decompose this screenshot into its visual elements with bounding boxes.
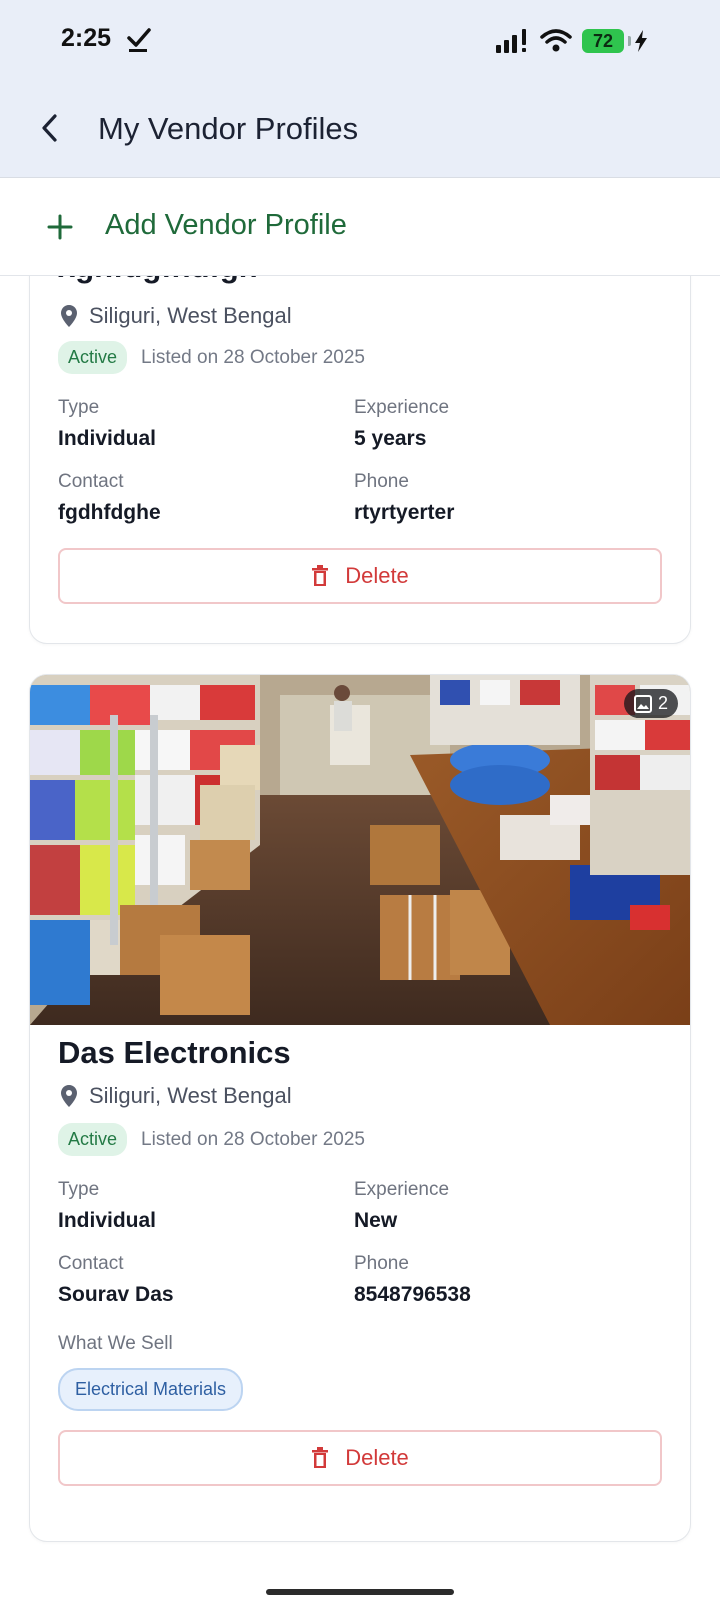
listed-date: Listed on 28 October 2025 bbox=[141, 346, 365, 368]
phone-label: Phone bbox=[354, 1253, 409, 1274]
trash-icon bbox=[312, 565, 329, 586]
vendor-location: Siliguri, West Bengal bbox=[59, 303, 292, 329]
contact-label: Contact bbox=[58, 1253, 124, 1274]
delete-label: Delete bbox=[345, 1445, 409, 1470]
wifi-icon bbox=[540, 29, 572, 52]
status-time: 2:25 bbox=[61, 24, 112, 52]
trash-icon bbox=[312, 1447, 329, 1468]
location-pin-icon bbox=[61, 305, 77, 327]
battery-level: 72 bbox=[592, 30, 614, 51]
signal-icon bbox=[496, 29, 526, 53]
status-badge: Active bbox=[58, 341, 128, 374]
vendor-location-text: Siliguri, West Bengal bbox=[89, 303, 292, 328]
experience-label: Experience bbox=[354, 397, 450, 418]
location-pin-icon bbox=[61, 1085, 77, 1107]
vendor-location: Siliguri, West Bengal bbox=[59, 1083, 292, 1109]
category-chip: Electrical Materials bbox=[58, 1368, 244, 1411]
top-bar: 2:25 72 My Vendor Profiles bbox=[0, 0, 720, 178]
battery-indicator: 72 bbox=[582, 29, 631, 53]
type-value: Individual bbox=[58, 427, 157, 450]
shop-interior-image bbox=[30, 675, 690, 1025]
back-button[interactable] bbox=[28, 106, 72, 150]
vendor-location-text: Siliguri, West Bengal bbox=[89, 1083, 292, 1108]
plus-icon bbox=[47, 214, 73, 240]
contact-value: Sourav Das bbox=[58, 1283, 174, 1306]
type-value: Individual bbox=[58, 1209, 157, 1232]
add-vendor-profile-button[interactable]: Add Vendor Profile bbox=[0, 179, 720, 276]
listed-date: Listed on 28 October 2025 bbox=[141, 1128, 365, 1150]
image-count: 2 bbox=[657, 693, 668, 713]
contact-label: Contact bbox=[58, 471, 124, 492]
type-label: Type bbox=[58, 1179, 100, 1200]
shop-photo[interactable]: 2 bbox=[30, 675, 690, 1025]
experience-value: 5 years bbox=[354, 427, 427, 450]
contact-value: fgdhfdghe bbox=[58, 501, 161, 524]
phone-value: 8548796538 bbox=[354, 1283, 471, 1306]
vendor-name: Das Electronics bbox=[58, 1035, 291, 1070]
delete-label: Delete bbox=[345, 563, 409, 588]
charging-icon bbox=[635, 30, 647, 52]
status-bar: 2:25 72 bbox=[0, 0, 720, 84]
delete-button[interactable]: Delete bbox=[58, 1430, 662, 1486]
gallery-icon bbox=[633, 694, 652, 713]
app-bar: My Vendor Profiles bbox=[0, 84, 720, 178]
what-we-sell-label: What We Sell bbox=[58, 1333, 173, 1354]
checkmark-icon bbox=[127, 28, 151, 52]
experience-label: Experience bbox=[354, 1179, 450, 1200]
phone-value: rtyrtyerter bbox=[354, 501, 455, 524]
experience-value: New bbox=[354, 1209, 398, 1232]
page-title: My Vendor Profiles bbox=[98, 111, 359, 146]
phone-label: Phone bbox=[354, 471, 409, 492]
status-row: Active Listed on 28 October 2025 bbox=[58, 1123, 365, 1156]
delete-button[interactable]: Delete bbox=[58, 548, 662, 604]
chevron-left-icon bbox=[42, 114, 57, 142]
vendor-profile-card: 2 Das Electronics Siliguri, West Bengal … bbox=[29, 674, 691, 1542]
add-vendor-profile-label: Add Vendor Profile bbox=[105, 209, 347, 241]
image-count-badge: 2 bbox=[623, 689, 678, 718]
status-badge: Active bbox=[58, 1123, 128, 1156]
status-row: Active Listed on 28 October 2025 bbox=[58, 341, 365, 374]
status-icons: 72 bbox=[496, 27, 648, 55]
type-label: Type bbox=[58, 397, 100, 418]
home-indicator[interactable] bbox=[266, 1589, 454, 1595]
